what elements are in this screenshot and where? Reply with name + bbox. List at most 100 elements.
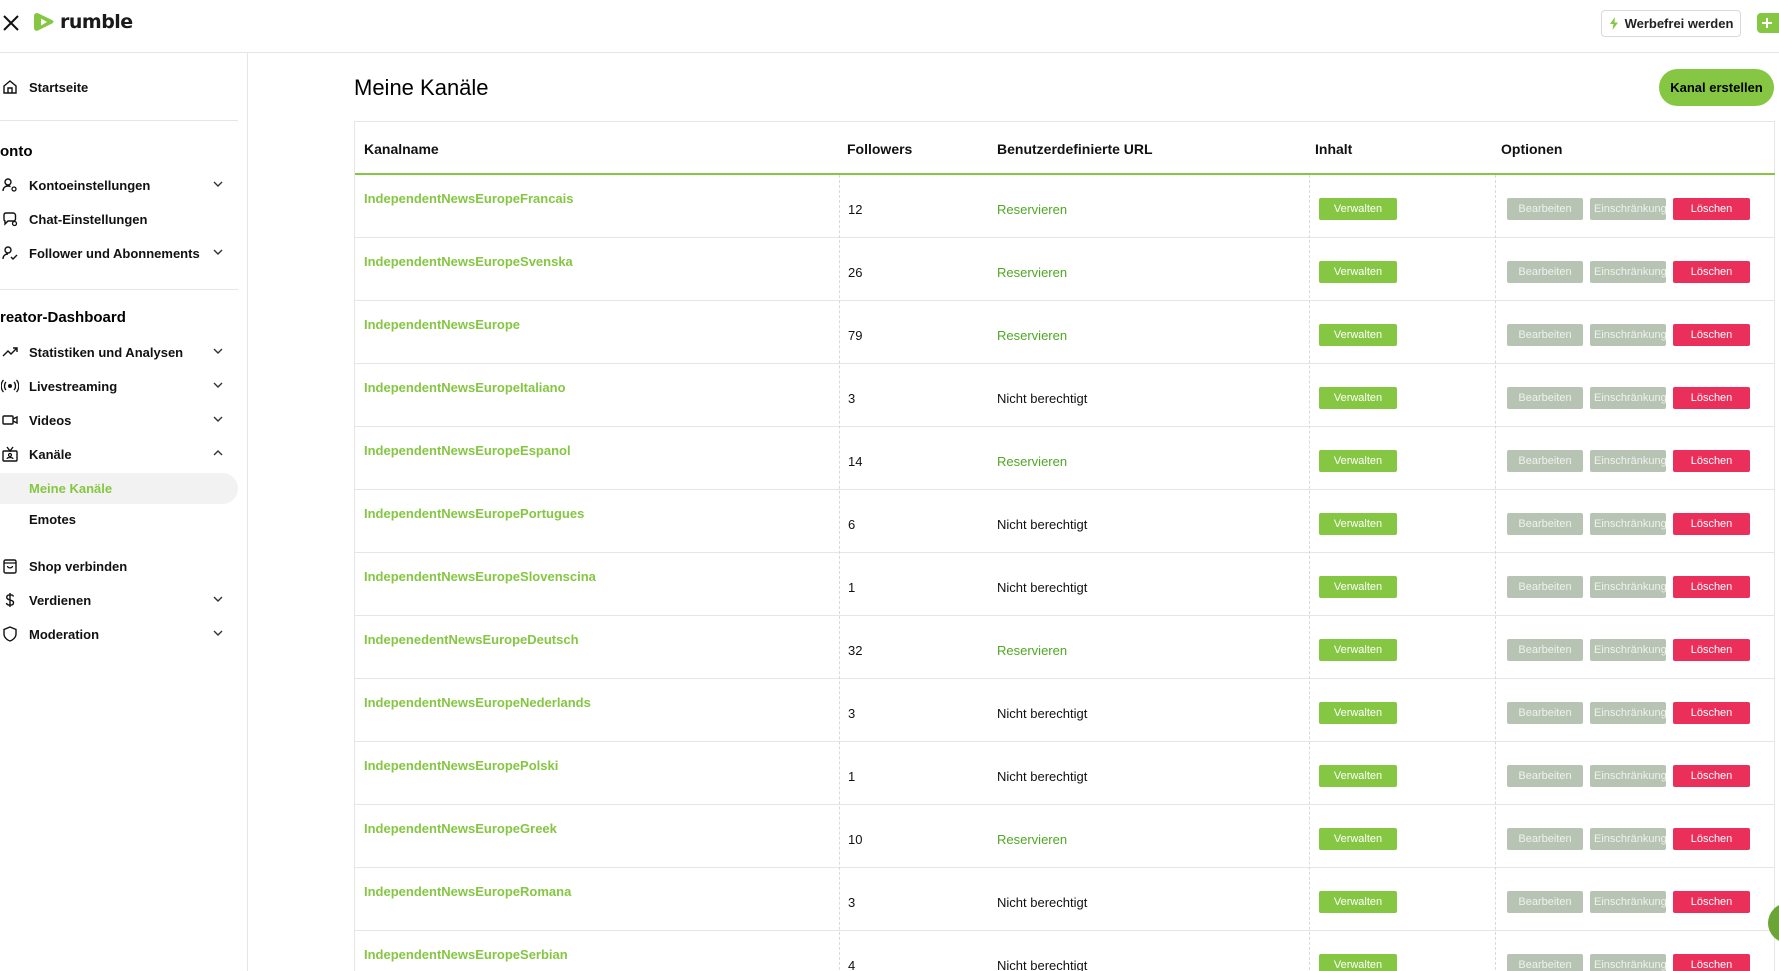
channel-name-link[interactable]: IndependentNewsEuropeFrancais: [364, 191, 574, 206]
shield-icon: [1, 625, 19, 643]
delete-button[interactable]: Löschen: [1673, 450, 1750, 472]
sidebar-item-statistics[interactable]: Statistiken und Analysen: [0, 337, 238, 367]
close-icon[interactable]: [0, 12, 22, 34]
restriction-button[interactable]: Einschränkung: [1590, 639, 1666, 661]
restriction-button[interactable]: Einschränkung: [1590, 891, 1666, 913]
sidebar-item-followers[interactable]: Follower und Abonnements: [0, 238, 238, 268]
restriction-button[interactable]: Einschränkung: [1590, 387, 1666, 409]
restriction-button[interactable]: Einschränkung: [1590, 324, 1666, 346]
delete-button[interactable]: Löschen: [1673, 576, 1750, 598]
manage-button[interactable]: Verwalten: [1319, 450, 1397, 472]
reserve-url-link[interactable]: Reservieren: [997, 202, 1067, 217]
column-divider: [1309, 175, 1310, 971]
restriction-button[interactable]: Einschränkung: [1590, 576, 1666, 598]
followers-count: 79: [848, 328, 863, 343]
channel-name-link[interactable]: IndependentNewsEuropeSlovenscina: [364, 569, 596, 584]
table-header: Kanalname Followers Benutzerdefinierte U…: [355, 122, 1775, 175]
sidebar-item-channels[interactable]: Kanäle: [0, 439, 238, 469]
reserve-url-link[interactable]: Reservieren: [997, 832, 1067, 847]
rumble-logo[interactable]: rumble: [32, 10, 133, 34]
upload-button[interactable]: [1757, 13, 1779, 33]
manage-button[interactable]: Verwalten: [1319, 954, 1397, 971]
reserve-url-link[interactable]: Reservieren: [997, 454, 1067, 469]
edit-button[interactable]: Bearbeiten: [1507, 198, 1583, 220]
delete-button[interactable]: Löschen: [1673, 639, 1750, 661]
manage-button[interactable]: Verwalten: [1319, 891, 1397, 913]
followers-count: 12: [848, 202, 863, 217]
sidebar-item-videos[interactable]: Videos: [0, 405, 238, 435]
sidebar-item-earn[interactable]: Verdienen: [0, 585, 238, 615]
edit-button[interactable]: Bearbeiten: [1507, 513, 1583, 535]
sidebar-item-chat-settings[interactable]: Chat-Einstellungen: [0, 204, 238, 234]
manage-button[interactable]: Verwalten: [1319, 828, 1397, 850]
channel-name-link[interactable]: IndependentNewsEuropeGreek: [364, 821, 557, 836]
edit-button[interactable]: Bearbeiten: [1507, 261, 1583, 283]
sidebar-subitem-emotes[interactable]: Emotes: [0, 504, 238, 535]
delete-button[interactable]: Löschen: [1673, 828, 1750, 850]
restriction-button[interactable]: Einschränkung: [1590, 198, 1666, 220]
sidebar-item-livestreaming[interactable]: Livestreaming: [0, 371, 238, 401]
delete-button[interactable]: Löschen: [1673, 702, 1750, 724]
user-check-icon: [1, 244, 19, 262]
delete-button[interactable]: Löschen: [1673, 513, 1750, 535]
edit-button[interactable]: Bearbeiten: [1507, 828, 1583, 850]
sidebar-item-label: Shop verbinden: [29, 558, 128, 574]
manage-button[interactable]: Verwalten: [1319, 387, 1397, 409]
manage-button[interactable]: Verwalten: [1319, 513, 1397, 535]
url-not-eligible: Nicht berechtigt: [997, 580, 1088, 595]
manage-button[interactable]: Verwalten: [1319, 576, 1397, 598]
restriction-button[interactable]: Einschränkung: [1590, 702, 1666, 724]
sidebar-subitem-my-channels[interactable]: Meine Kanäle: [0, 473, 238, 504]
restriction-button[interactable]: Einschränkung: [1590, 765, 1666, 787]
sidebar-item-shop[interactable]: Shop verbinden: [0, 551, 238, 581]
channel-name-link[interactable]: IndependentNewsEuropeNederlands: [364, 695, 591, 710]
channel-name-link[interactable]: IndependentNewsEuropeRomana: [364, 884, 571, 899]
channel-name-link[interactable]: IndependentNewsEuropeSvenska: [364, 254, 573, 269]
manage-button[interactable]: Verwalten: [1319, 198, 1397, 220]
manage-button[interactable]: Verwalten: [1319, 639, 1397, 661]
delete-button[interactable]: Löschen: [1673, 954, 1750, 971]
sidebar-divider: [0, 289, 238, 290]
edit-button[interactable]: Bearbeiten: [1507, 765, 1583, 787]
restriction-button[interactable]: Einschränkung: [1590, 261, 1666, 283]
edit-button[interactable]: Bearbeiten: [1507, 639, 1583, 661]
reserve-url-link[interactable]: Reservieren: [997, 328, 1067, 343]
adfree-button[interactable]: Werbefrei werden: [1601, 10, 1741, 37]
channel-name-link[interactable]: IndependentNewsEuropePortugues: [364, 506, 584, 521]
restriction-button[interactable]: Einschränkung: [1590, 450, 1666, 472]
delete-button[interactable]: Löschen: [1673, 387, 1750, 409]
restriction-button[interactable]: Einschränkung: [1590, 954, 1666, 971]
sidebar-item-account-settings[interactable]: Kontoeinstellungen: [0, 170, 238, 200]
edit-button[interactable]: Bearbeiten: [1507, 450, 1583, 472]
channel-name-link[interactable]: IndependentNewsEuropeSerbian: [364, 947, 568, 962]
restriction-button[interactable]: Einschränkung: [1590, 513, 1666, 535]
channel-name-link[interactable]: IndependentNewsEuropePolski: [364, 758, 558, 773]
restriction-button[interactable]: Einschränkung: [1590, 828, 1666, 850]
table-row: IndependentNewsEuropePolski 1 Nicht berech…: [355, 742, 1775, 805]
edit-button[interactable]: Bearbeiten: [1507, 702, 1583, 724]
sidebar-item-home[interactable]: Startseite: [0, 72, 238, 102]
create-channel-button[interactable]: Kanal erstellen: [1659, 69, 1774, 106]
edit-button[interactable]: Bearbeiten: [1507, 324, 1583, 346]
manage-button[interactable]: Verwalten: [1319, 765, 1397, 787]
channel-name-link[interactable]: IndependentNewsEuropeItaliano: [364, 380, 566, 395]
delete-button[interactable]: Löschen: [1673, 261, 1750, 283]
delete-button[interactable]: Löschen: [1673, 891, 1750, 913]
edit-button[interactable]: Bearbeiten: [1507, 576, 1583, 598]
manage-button[interactable]: Verwalten: [1319, 261, 1397, 283]
edit-button[interactable]: Bearbeiten: [1507, 954, 1583, 971]
edit-button[interactable]: Bearbeiten: [1507, 387, 1583, 409]
reserve-url-link[interactable]: Reservieren: [997, 643, 1067, 658]
delete-button[interactable]: Löschen: [1673, 198, 1750, 220]
channel-name-link[interactable]: IndependentNewsEuropeEspanol: [364, 443, 571, 458]
reserve-url-link[interactable]: Reservieren: [997, 265, 1067, 280]
channel-name-link[interactable]: IndepenedentNewsEuropeDeutsch: [364, 632, 579, 647]
delete-button[interactable]: Löschen: [1673, 765, 1750, 787]
channel-name-link[interactable]: IndependentNewsEurope: [364, 317, 520, 332]
sidebar-item-label: Startseite: [29, 79, 89, 95]
manage-button[interactable]: Verwalten: [1319, 702, 1397, 724]
delete-button[interactable]: Löschen: [1673, 324, 1750, 346]
edit-button[interactable]: Bearbeiten: [1507, 891, 1583, 913]
sidebar-item-moderation[interactable]: Moderation: [0, 619, 238, 649]
manage-button[interactable]: Verwalten: [1319, 324, 1397, 346]
